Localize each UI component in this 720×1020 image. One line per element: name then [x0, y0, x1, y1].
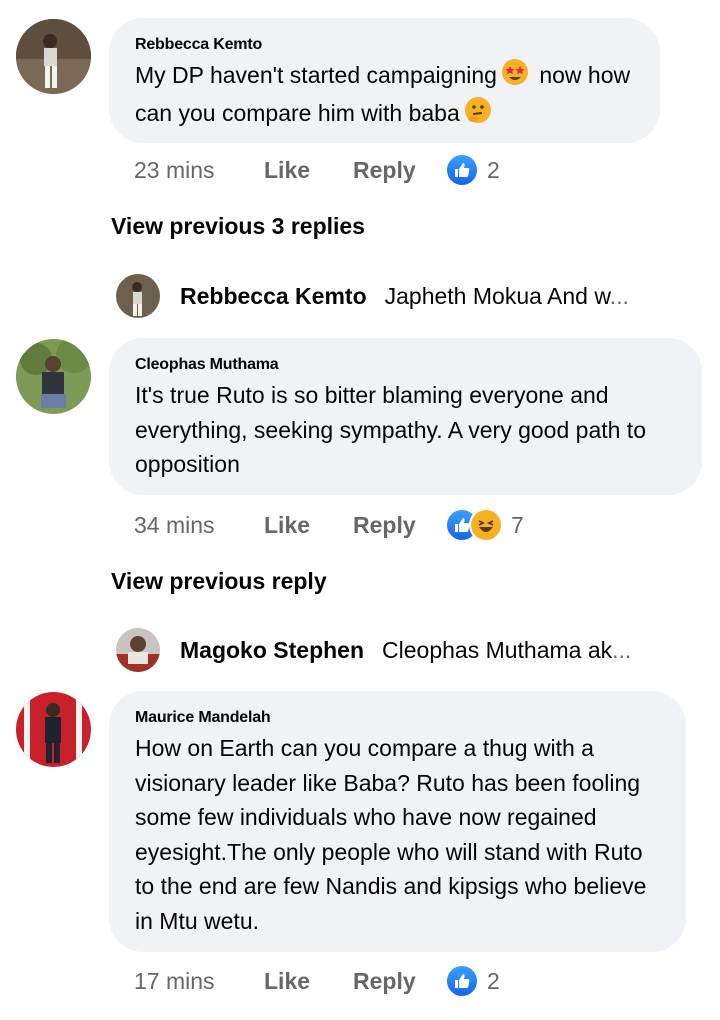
avatar-photo — [16, 339, 91, 414]
thumbs-up-icon — [445, 153, 479, 187]
comment-author[interactable]: Cleophas Muthama — [135, 356, 676, 374]
avatar[interactable] — [116, 274, 160, 318]
reactions[interactable]: 2 — [445, 964, 500, 998]
comment-author[interactable]: Rebbecca Kemto — [135, 36, 634, 54]
comment-text: My DP haven't started campaigning now ho… — [135, 58, 634, 133]
avatar[interactable] — [16, 339, 91, 414]
reaction-count: 2 — [487, 156, 500, 183]
reactions[interactable]: 7 — [445, 508, 524, 542]
comment-time[interactable]: 17 mins — [134, 968, 264, 995]
reply-snippet-text: Cleophas Muthama ak — [382, 636, 613, 663]
reply-button[interactable]: Reply — [353, 968, 445, 995]
ellipsis: ... — [612, 636, 632, 663]
comment-meta: 34 mins Like Reply 7 — [134, 508, 524, 542]
reply-author[interactable]: Rebbecca Kemto — [180, 283, 367, 310]
avatar[interactable] — [16, 692, 91, 767]
reaction-count: 2 — [487, 967, 500, 994]
comment-text: How on Earth can you compare a thug with… — [135, 735, 647, 934]
comment-text-part: My DP haven't started campaigning — [135, 62, 497, 88]
comment-time[interactable]: 23 mins — [134, 157, 264, 184]
thinking-emoji-icon — [464, 96, 492, 134]
reaction-count: 7 — [511, 511, 524, 538]
comment-text: It's true Ruto is so bitter blaming ever… — [135, 382, 646, 477]
reply-snippet: Cleophas Muthama ak... — [382, 637, 631, 664]
comment-meta: 23 mins Like Reply 2 — [134, 153, 500, 187]
like-button[interactable]: Like — [264, 512, 353, 539]
avatar[interactable] — [116, 628, 160, 672]
reply-snippet: Japheth Mokua And w... — [385, 283, 629, 310]
reply-button[interactable]: Reply — [353, 157, 445, 184]
comment-bubble: Maurice Mandelah How on Earth can you co… — [109, 691, 686, 952]
comment-meta: 17 mins Like Reply 2 — [134, 964, 500, 998]
comment-bubble: Cleophas Muthama It's true Ruto is so bi… — [109, 338, 702, 495]
reply-author[interactable]: Magoko Stephen — [180, 637, 364, 664]
comment-author[interactable]: Maurice Mandelah — [135, 709, 660, 727]
star-struck-emoji-icon — [501, 58, 529, 96]
reply-snippet-text: Japheth Mokua And w — [384, 282, 610, 309]
avatar[interactable] — [16, 19, 91, 94]
thumbs-up-icon — [445, 964, 479, 998]
like-button[interactable]: Like — [264, 968, 353, 995]
avatar-photo — [16, 692, 91, 767]
ellipsis: ... — [609, 282, 629, 309]
reply-preview[interactable]: Magoko Stephen Cleophas Muthama ak... — [116, 627, 631, 673]
view-previous-replies[interactable]: View previous 3 replies — [111, 213, 365, 240]
avatar-photo — [16, 19, 91, 94]
comment-bubble: Rebbecca Kemto My DP haven't started cam… — [109, 18, 660, 143]
reply-preview[interactable]: Rebbecca Kemto Japheth Mokua And w... — [116, 273, 629, 319]
reply-button[interactable]: Reply — [353, 512, 445, 539]
view-previous-replies[interactable]: View previous reply — [111, 568, 327, 595]
comment-time[interactable]: 34 mins — [134, 512, 264, 539]
like-button[interactable]: Like — [264, 157, 353, 184]
laughing-emoji-icon — [469, 508, 503, 542]
reactions[interactable]: 2 — [445, 153, 500, 187]
